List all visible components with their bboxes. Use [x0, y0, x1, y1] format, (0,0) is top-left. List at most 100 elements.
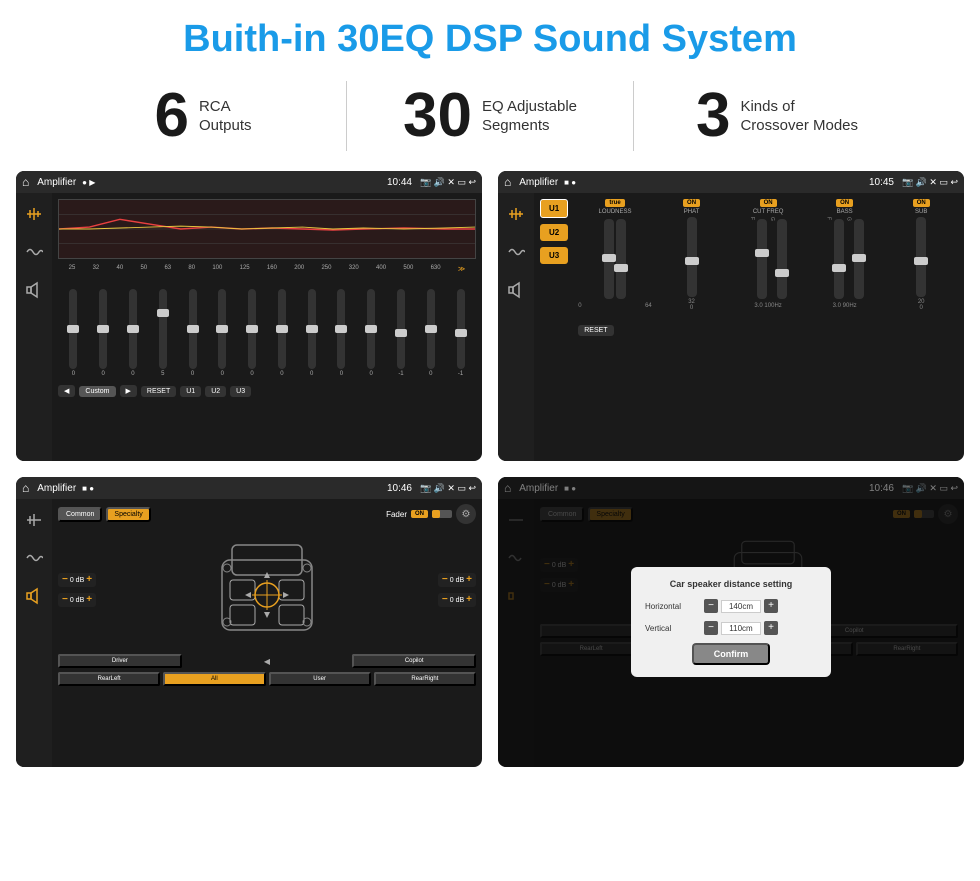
cutfreq-slider-2[interactable] [777, 219, 787, 299]
eq-u1-btn[interactable]: U1 [180, 386, 201, 397]
vertical-plus-btn[interactable]: + [764, 621, 778, 635]
left-db-controls: − 0 dB + − 0 dB + [58, 573, 96, 607]
screen3-time: 10:46 [387, 483, 412, 494]
ctrl-label-cutfreq: CUT FREQ [753, 209, 784, 215]
eq-prev-btn[interactable]: ◀ [58, 385, 75, 397]
db-value-right-bottom: 0 dB [450, 597, 464, 604]
eq-slider-7[interactable]: 0 [268, 289, 295, 377]
sidebar2-icon-speaker[interactable] [505, 279, 527, 301]
home-icon-2: ⌂ [504, 175, 511, 189]
vertical-minus-btn[interactable]: − [704, 621, 718, 635]
db-minus-left-bottom[interactable]: − [62, 595, 68, 605]
btn-all-3[interactable]: All [163, 672, 265, 686]
btn-copilot-3[interactable]: Copilot [352, 654, 476, 668]
horizontal-minus-btn[interactable]: − [704, 599, 718, 613]
loudness-slider-1[interactable] [604, 219, 614, 299]
horizontal-plus-btn[interactable]: + [764, 599, 778, 613]
cutfreq-slider-1[interactable] [757, 219, 767, 299]
screen3-dots: ■ ● [82, 484, 94, 493]
eq-slider-9[interactable]: 0 [328, 289, 355, 377]
bass-slider-1[interactable] [834, 219, 844, 299]
sub-slider[interactable] [916, 217, 926, 297]
on-badge-cutfreq: ON [760, 199, 777, 207]
eq-reset-btn[interactable]: RESET [141, 386, 176, 397]
eq-slider-12[interactable]: 0 [417, 289, 444, 377]
btn-rearleft-3[interactable]: RearLeft [58, 672, 160, 686]
db-plus-right-bottom[interactable]: + [466, 595, 472, 605]
db-plus-right-top[interactable]: + [466, 575, 472, 585]
sidebar3-icon-wave[interactable] [23, 547, 45, 569]
eq-slider-1[interactable]: 0 [90, 289, 117, 377]
btn-rearright-3[interactable]: RearRight [374, 672, 476, 686]
eq-slider-6[interactable]: 0 [239, 289, 266, 377]
eq-u2-btn[interactable]: U2 [205, 386, 226, 397]
fader-slider-mini[interactable] [432, 510, 452, 518]
eq-slider-8[interactable]: 0 [298, 289, 325, 377]
db-minus-right-bottom[interactable]: − [442, 595, 448, 605]
eq-slider-4[interactable]: 0 [179, 289, 206, 377]
ctrl-label-phat: PHAT [684, 209, 700, 215]
btn-user-3[interactable]: User [269, 672, 371, 686]
stat-eq: 30 EQ Adjustable Segments [347, 85, 633, 147]
confirm-button[interactable]: Confirm [692, 643, 771, 665]
loudness-slider-2[interactable] [616, 219, 626, 299]
sidebar3-icon-eq[interactable] [23, 509, 45, 531]
db-plus-left-top[interactable]: + [86, 575, 92, 585]
eq-slider-13[interactable]: -1 [447, 289, 474, 377]
db-ctrl-right-bottom: − 0 dB + [438, 593, 476, 607]
phat-slider[interactable] [687, 217, 697, 297]
on-badge-loudness: true [605, 199, 624, 207]
db-plus-left-bottom[interactable]: + [86, 595, 92, 605]
loudness-sliders [604, 217, 626, 301]
db-minus-right-top[interactable]: − [442, 575, 448, 585]
bass-slider-2[interactable] [854, 219, 864, 299]
screen2-content: U1 U2 U3 true LOUDNESS [498, 193, 964, 461]
screen3-content: Common Specialty Fader ON ⚙ [16, 499, 482, 767]
fader-on-toggle[interactable]: ON [411, 510, 428, 518]
statusbar-3: ⌂ Amplifier ■ ● 10:46 📷 🔊 ✕ ▭ ↩ [16, 477, 482, 499]
amp-controls-area: true LOUDNESS 064 ON PHAT [578, 199, 958, 455]
stat-label-crossover: Kinds of Crossover Modes [740, 97, 858, 136]
tab-common-3[interactable]: Common [58, 507, 102, 522]
sidebar2-icon-wave[interactable] [505, 241, 527, 263]
ch-u2-btn[interactable]: U2 [540, 224, 568, 241]
eq-sliders: 0 0 0 5 0 0 0 0 0 0 0 -1 0 -1 [58, 277, 476, 377]
screen3-bottom-nav: Driver ◀ Copilot [58, 654, 476, 668]
db-minus-left-top[interactable]: − [62, 575, 68, 585]
screen1-content: 25 32 40 50 63 80 100 125 160 200 250 32… [16, 193, 482, 461]
ch-u3-btn[interactable]: U3 [540, 247, 568, 264]
home-icon-3: ⌂ [22, 481, 29, 495]
sidebar-icon-speaker[interactable] [23, 279, 45, 301]
eq-slider-2[interactable]: 0 [120, 289, 147, 377]
screen-fader: ⌂ Amplifier ■ ● 10:46 📷 🔊 ✕ ▭ ↩ [16, 477, 482, 767]
ch-u1-btn[interactable]: U1 [540, 199, 568, 218]
tab-specialty-3[interactable]: Specialty [106, 507, 150, 522]
eq-slider-0[interactable]: 0 [60, 289, 87, 377]
settings-icon-3[interactable]: ⚙ [456, 504, 476, 524]
screen3-status-icons: 📷 🔊 ✕ ▭ ↩ [420, 483, 476, 494]
eq-slider-10[interactable]: 0 [358, 289, 385, 377]
ctrl-loudness: true LOUDNESS 064 [578, 199, 652, 311]
eq-u3-btn[interactable]: U3 [230, 386, 251, 397]
stat-crossover: 3 Kinds of Crossover Modes [634, 85, 920, 147]
sidebar3-icon-speaker[interactable] [23, 585, 45, 607]
arrow-left: ◀ [185, 654, 350, 668]
bass-values: 3.0 90Hz [833, 303, 857, 309]
eq-slider-3[interactable]: 5 [149, 289, 176, 377]
eq-slider-5[interactable]: 0 [209, 289, 236, 377]
sidebar2-icon-eq[interactable] [505, 203, 527, 225]
sidebar-icon-wave[interactable] [23, 241, 45, 263]
eq-play-btn[interactable]: ▶ [120, 385, 137, 397]
screen3-tabs: Common Specialty Fader ON ⚙ [58, 504, 476, 524]
eq-slider-11[interactable]: -1 [388, 289, 415, 377]
btn-driver-3[interactable]: Driver [58, 654, 182, 668]
sidebar-icon-eq[interactable] [23, 203, 45, 225]
bass-label-f: F [826, 217, 832, 301]
db-value-right-top: 0 dB [450, 577, 464, 584]
eq-custom-btn[interactable]: Custom [79, 386, 115, 397]
amp-reset-btn[interactable]: RESET [578, 325, 613, 336]
statusbar-2: ⌂ Amplifier ■ ● 10:45 📷 🔊 ✕ ▭ ↩ [498, 171, 964, 193]
stat-rca: 6 RCA Outputs [60, 85, 346, 147]
screen3-main: Common Specialty Fader ON ⚙ [52, 499, 482, 767]
page-title: Buith-in 30EQ DSP Sound System [0, 0, 980, 71]
